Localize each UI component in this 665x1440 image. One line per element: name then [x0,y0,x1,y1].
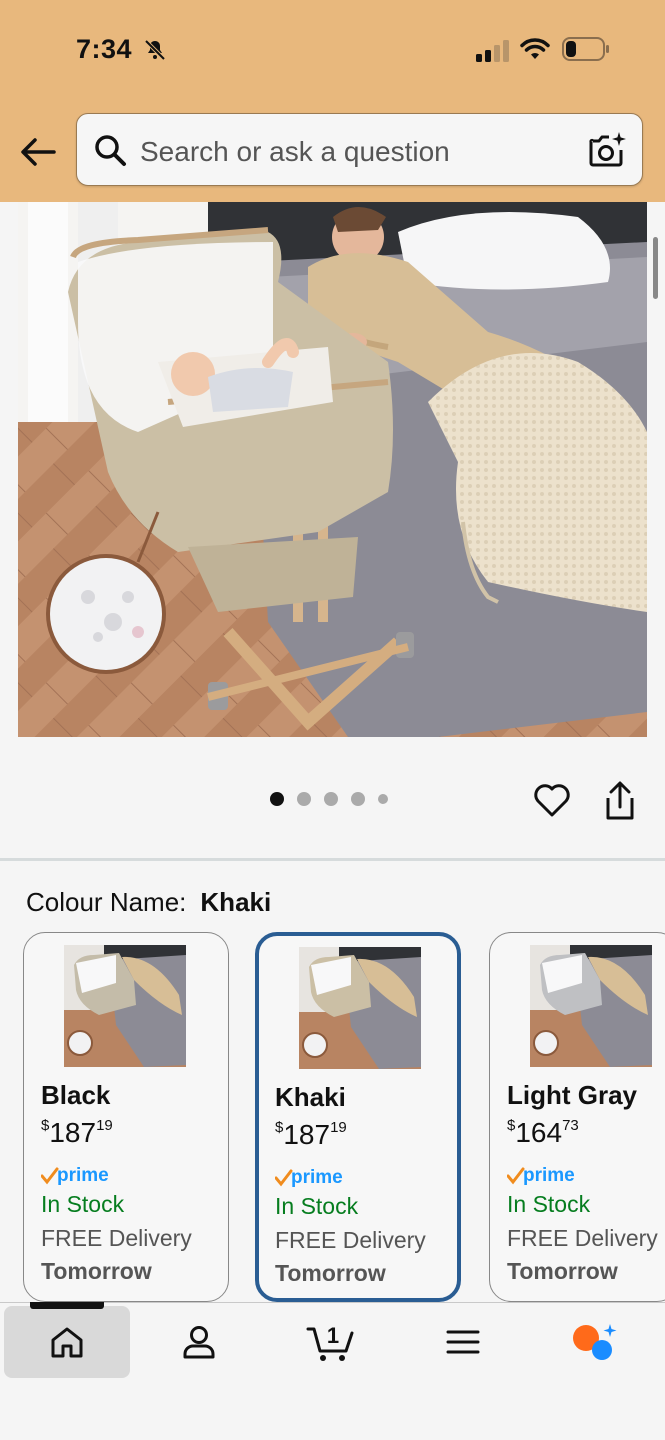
nav-home[interactable] [4,1306,130,1378]
cart-count: 1 [327,1323,339,1348]
price-whole: 187 [49,1117,97,1148]
camera-lens-icon[interactable] [587,130,627,170]
nav-rufus[interactable] [532,1306,658,1378]
price-whole: 164 [515,1117,563,1148]
home-icon [51,1327,83,1358]
back-button[interactable] [18,132,58,172]
price-whole: 187 [283,1119,331,1150]
delivery-day: Tomorrow [275,1260,386,1286]
cellular-signal-icon [476,40,509,62]
pager-dot-active[interactable] [270,792,284,806]
account-icon [183,1326,215,1359]
section-divider [0,858,665,861]
nav-active-indicator [30,1302,104,1309]
bottom-nav: 1 [0,1302,665,1440]
status-time: 7:34 [76,34,133,64]
prime-text: prime [291,1167,343,1188]
delivery-text: FREE Delivery [507,1225,658,1251]
cart-icon: 1 [306,1323,354,1361]
option-thumbnail [299,947,421,1069]
nav-account[interactable] [136,1306,262,1378]
image-pager[interactable] [270,792,388,806]
heart-icon[interactable] [533,781,571,819]
header: 7:34 Search or ask a question [0,0,665,202]
option-price: $18719 [275,1119,347,1151]
option-thumbnail [530,945,652,1067]
colour-name-label: Colour Name: Khaki [26,887,271,918]
prime-badge-icon: prime [507,1165,575,1186]
colour-selected-value: Khaki [200,887,272,917]
battery-icon [562,37,609,61]
nav-menu[interactable] [400,1306,526,1378]
option-name: Khaki [275,1082,346,1112]
colour-label-text: Colour Name: [26,887,187,917]
pager-dot[interactable] [378,794,388,804]
stock-status: In Stock [41,1191,125,1217]
option-name: Black [41,1080,111,1110]
prime-badge-icon: prime [41,1165,109,1186]
pager-dot[interactable] [297,792,311,806]
colour-option-black[interactable]: Black $18719 prime In Stock FREE Deliver… [23,932,229,1302]
search-input[interactable]: Search or ask a question [140,136,450,168]
stock-status: In Stock [507,1191,591,1217]
search-icon [95,135,126,166]
silent-bell-icon [144,39,166,61]
prime-badge-icon: prime [275,1167,343,1188]
delivery-day: Tomorrow [507,1258,618,1284]
share-icon[interactable] [602,781,638,821]
scrollbar[interactable] [653,237,658,299]
price-fraction: 19 [330,1119,347,1136]
menu-icon [446,1330,480,1354]
search-bar[interactable]: Search or ask a question [76,113,643,186]
pager-dot[interactable] [324,792,338,806]
option-thumbnail [64,945,186,1067]
rufus-icon [573,1324,617,1360]
nav-cart[interactable]: 1 [268,1306,394,1378]
price-fraction: 73 [562,1117,579,1134]
colour-option-light-gray[interactable]: Light Gray $16473 prime In Stock FREE De… [489,932,665,1302]
pager-dot[interactable] [351,792,365,806]
colour-option-khaki[interactable]: Khaki $18719 prime In Stock FREE Deliver… [255,932,461,1302]
option-price: $18719 [41,1117,113,1149]
product-image[interactable] [18,202,647,737]
back-arrow-icon [21,138,56,166]
delivery-text: FREE Delivery [275,1227,426,1253]
delivery-day: Tomorrow [41,1258,152,1284]
price-fraction: 19 [96,1117,113,1134]
delivery-text: FREE Delivery [41,1225,192,1251]
option-name: Light Gray [507,1080,638,1110]
wifi-icon [520,38,550,59]
option-price: $16473 [507,1117,579,1149]
prime-text: prime [57,1165,109,1186]
stock-status: In Stock [275,1193,359,1219]
prime-text: prime [523,1165,575,1186]
